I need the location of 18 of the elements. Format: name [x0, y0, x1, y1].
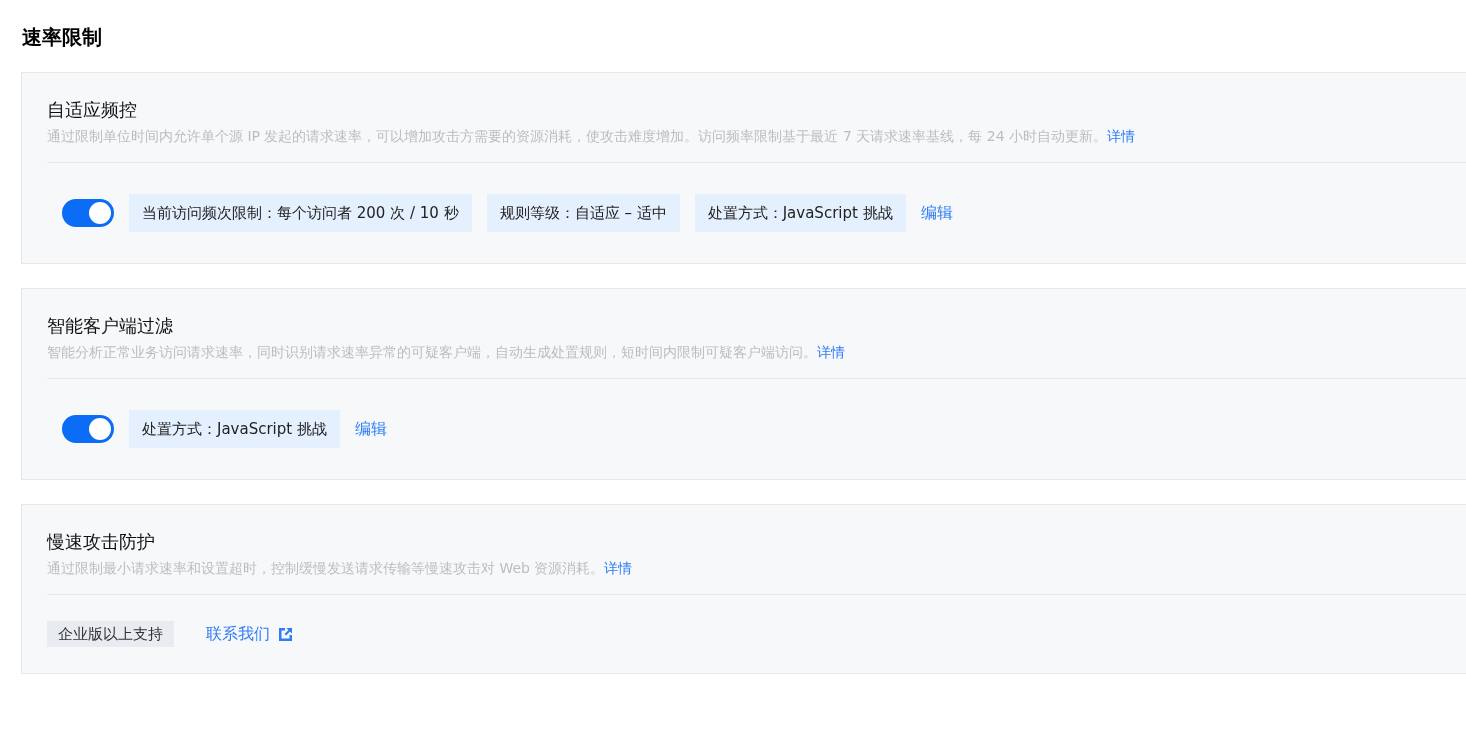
section-title: 智能客户端过滤: [47, 314, 174, 338]
details-link[interactable]: 详情: [1107, 128, 1135, 144]
edition-tag: 企业版以上支持: [47, 621, 174, 647]
external-link-icon: [278, 626, 293, 642]
section-title: 慢速攻击防护: [47, 530, 156, 554]
info-tag: 处置方式：JavaScript 挑战: [694, 194, 906, 232]
toggle-switch[interactable]: [62, 415, 114, 443]
details-link[interactable]: 详情: [817, 344, 845, 360]
info-tag: 处置方式：JavaScript 挑战: [129, 410, 340, 448]
info-tag: 当前访问频次限制：每个访问者 200 次 / 10 秒: [129, 194, 472, 232]
edit-link[interactable]: 编辑: [920, 202, 953, 224]
toggle-switch[interactable]: [62, 199, 114, 227]
edit-link[interactable]: 编辑: [354, 418, 387, 440]
section-title: 自适应频控: [47, 98, 138, 122]
details-link[interactable]: 详情: [604, 560, 633, 576]
info-tag: 规则等级：自适应 – 适中: [486, 194, 680, 232]
contact-link[interactable]: 联系我们: [206, 623, 293, 645]
page-title: 速率限制: [22, 24, 103, 51]
